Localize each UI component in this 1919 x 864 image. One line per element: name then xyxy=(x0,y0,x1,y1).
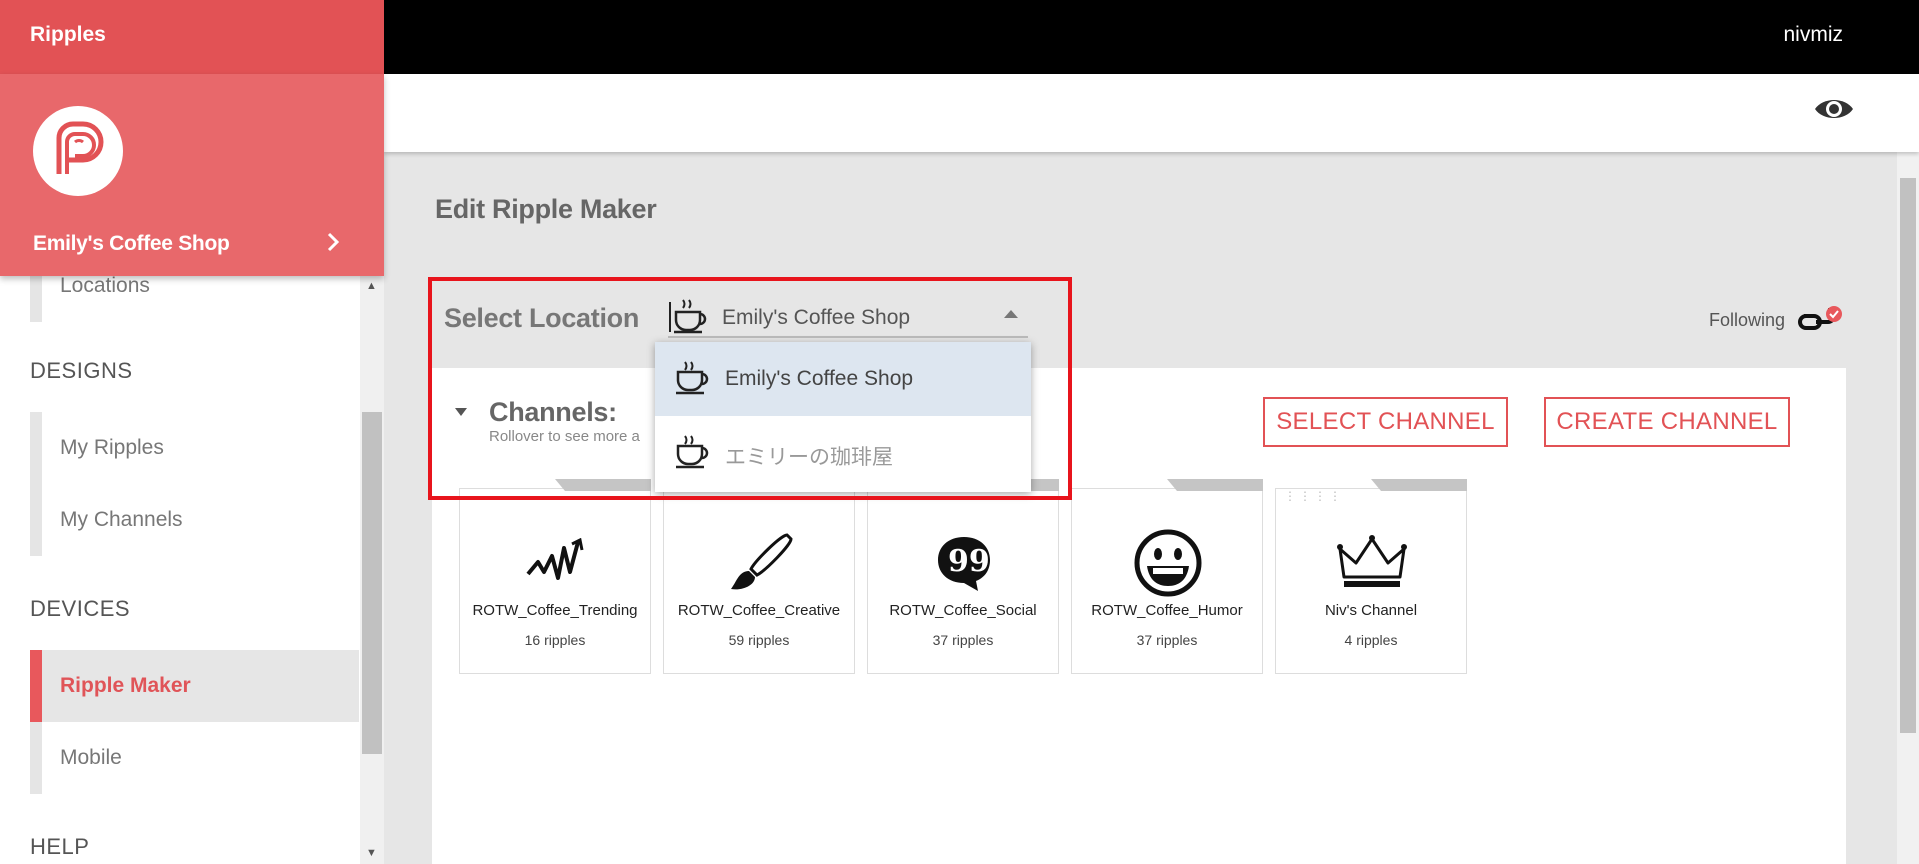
channel-name: ROTW_Coffee_Trending xyxy=(472,602,638,619)
sidebar-item-label: My Channels xyxy=(60,508,183,531)
channel-name: Niv's Channel xyxy=(1324,602,1418,619)
channel-name: ROTW_Coffee_Creative xyxy=(677,602,841,619)
scroll-up-arrow-icon[interactable]: ▲ xyxy=(366,280,377,292)
channel-ripple-count: 37 ripples xyxy=(932,632,994,648)
sidebar-item-label: Mobile xyxy=(60,746,122,769)
location-option-label: Emily's Coffee Shop xyxy=(725,367,914,390)
select-location-label: Select Location xyxy=(444,303,640,333)
coffee-cup-icon xyxy=(675,360,711,401)
trending-icon xyxy=(518,525,594,601)
card-tab xyxy=(1167,479,1263,491)
page-title: Edit Ripple Maker xyxy=(435,194,657,224)
channel-card-creative[interactable]: ROTW_Coffee_Creative 59 ripples xyxy=(663,479,855,674)
sidebar-item-label: My Ripples xyxy=(60,436,164,459)
create-channel-button[interactable]: CREATE CHANNEL xyxy=(1544,397,1790,447)
help-heading: HELP xyxy=(30,834,90,859)
sidebar-item-ripple-maker[interactable]: Ripple Maker xyxy=(30,650,359,722)
channels-subtitle: Rollover to see more a xyxy=(489,428,640,445)
channel-ripple-count: 4 ripples xyxy=(1344,632,1398,648)
chevron-right-icon[interactable] xyxy=(326,229,340,260)
user-menu[interactable]: nivmiz xyxy=(1783,23,1843,47)
coffee-cup-icon xyxy=(675,434,711,475)
main-scroll-thumb[interactable] xyxy=(1900,178,1916,733)
channel-ripple-count: 59 ripples xyxy=(728,632,790,648)
svg-text:99: 99 xyxy=(948,544,990,579)
select-channel-button[interactable]: SELECT CHANNEL xyxy=(1263,397,1508,447)
channel-ripple-count: 37 ripples xyxy=(1136,632,1198,648)
coffee-cup-icon xyxy=(668,296,710,339)
eye-icon[interactable] xyxy=(1813,94,1855,129)
caret-up-icon xyxy=(1004,310,1018,318)
brand-bar: Ripples xyxy=(0,0,384,74)
scroll-down-arrow-icon[interactable]: ▼ xyxy=(366,847,377,859)
profile-card: Emily's Coffee Shop xyxy=(0,74,384,276)
channels-title: Channels: xyxy=(489,397,617,427)
sidebar-item-my-channels[interactable]: My Channels xyxy=(30,484,359,556)
channel-card-humor[interactable]: ROTW_Coffee_Humor 37 ripples xyxy=(1071,479,1263,674)
sidebar-item-my-ripples[interactable]: My Ripples xyxy=(30,412,359,484)
sidebar-item-label: Locations xyxy=(60,276,150,297)
quote-bubble-icon: 99 xyxy=(926,525,1002,601)
sidebar-scroll-thumb[interactable] xyxy=(362,412,382,754)
following-label: Following xyxy=(1709,310,1786,330)
devices-heading: DEVICES xyxy=(30,596,131,621)
channel-card-social[interactable]: 99 ROTW_Coffee_Social 37 ripples xyxy=(867,479,1059,674)
channel-card-trending[interactable]: ROTW_Coffee_Trending 16 ripples xyxy=(459,479,651,674)
location-select-value: Emily's Coffee Shop xyxy=(722,306,911,329)
channel-ripple-count: 16 ripples xyxy=(524,632,586,648)
crown-icon xyxy=(1334,525,1410,601)
card-tab xyxy=(555,479,651,491)
sidebar-item-label: Ripple Maker xyxy=(60,674,191,697)
link-following-icon[interactable] xyxy=(1796,304,1844,339)
channel-name: ROTW_Coffee_Humor xyxy=(1091,602,1243,619)
channel-name: ROTW_Coffee_Social xyxy=(889,602,1037,619)
designs-heading: DESIGNS xyxy=(30,358,133,383)
location-option-japanese[interactable]: エミリーの珈琲屋 xyxy=(655,416,1031,490)
smiley-icon xyxy=(1130,525,1206,601)
location-option-emilys-coffee-shop[interactable]: Emily's Coffee Shop xyxy=(655,342,1031,416)
collapse-caret-icon[interactable] xyxy=(455,408,467,416)
sidebar: Locations DESIGNS My Ripples My Channels… xyxy=(0,276,384,864)
sidebar-item-mobile[interactable]: Mobile xyxy=(30,722,359,794)
channel-card-nivs[interactable]: ⋮⋮⋮⋮ Niv's Channel 4 ripples xyxy=(1275,479,1467,674)
location-dropdown-menu: Emily's Coffee Shop エミリーの珈琲屋 xyxy=(655,342,1031,492)
paintbrush-icon xyxy=(722,525,798,601)
ripples-logo-icon xyxy=(33,106,123,196)
sidebar-item-locations[interactable]: Locations xyxy=(30,276,359,322)
account-shop-name[interactable]: Emily's Coffee Shop xyxy=(33,232,230,256)
brand-name[interactable]: Ripples xyxy=(30,23,106,47)
location-select[interactable]: Emily's Coffee Shop xyxy=(668,292,1028,338)
location-option-label: エミリーの珈琲屋 xyxy=(725,446,893,469)
drag-handle-icon[interactable]: ⋮⋮⋮⋮ xyxy=(1284,489,1344,503)
content-header xyxy=(384,74,1919,152)
